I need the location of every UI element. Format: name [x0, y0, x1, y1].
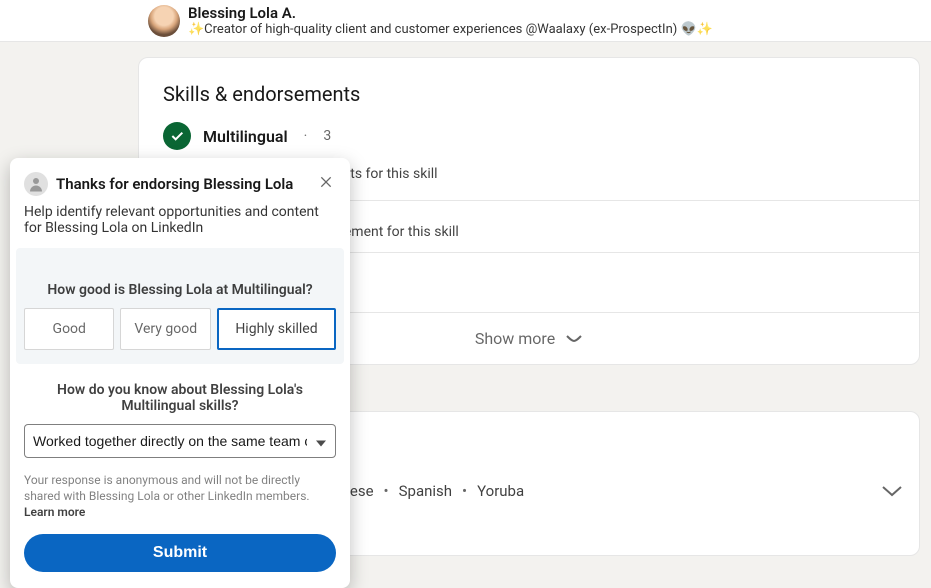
- disclaimer-text: Your response is anonymous and will not …: [24, 472, 336, 520]
- skill-row[interactable]: Multilingual · 3: [163, 122, 895, 150]
- mini-profile-header: Blessing Lola A. ✨Creator of high-qualit…: [0, 0, 931, 42]
- card-title: Skills & endorsements: [163, 82, 895, 106]
- profile-headline: ✨Creator of high-quality client and cust…: [188, 22, 713, 38]
- endorse-feedback-modal: Thanks for endorsing Blessing Lola Help …: [10, 158, 350, 588]
- rating-options: Good Very good Highly skilled: [24, 308, 336, 350]
- avatar[interactable]: [148, 5, 180, 37]
- language-item: Spanish: [399, 482, 452, 500]
- question-2: How do you know about Blessing Lola's Mu…: [24, 382, 336, 414]
- show-more-label: Show more: [475, 329, 555, 348]
- rating-option-good[interactable]: Good: [24, 308, 114, 350]
- submit-button[interactable]: Submit: [24, 534, 336, 572]
- chevron-down-icon: [565, 329, 583, 348]
- avatar-placeholder-icon: [24, 172, 48, 196]
- dot-separator: •: [384, 482, 389, 500]
- modal-title: Thanks for endorsing Blessing Lola: [56, 175, 293, 193]
- question-1: How good is Blessing Lola at Multilingua…: [24, 282, 336, 298]
- close-button[interactable]: [314, 170, 338, 194]
- modal-description: Help identify relevant opportunities and…: [24, 204, 336, 236]
- skill-name: Multilingual: [203, 127, 288, 146]
- learn-more-link[interactable]: Learn more: [24, 505, 85, 519]
- rating-option-very-good[interactable]: Very good: [120, 308, 210, 350]
- language-item: Yoruba: [477, 482, 524, 500]
- rating-option-highly-skilled[interactable]: Highly skilled: [217, 308, 336, 350]
- profile-name[interactable]: Blessing Lola A.: [188, 4, 713, 22]
- check-icon: [163, 122, 191, 150]
- skill-count: 3: [323, 128, 331, 144]
- chevron-down-icon[interactable]: [881, 482, 903, 501]
- relationship-select[interactable]: Worked together directly on the same tea…: [24, 424, 336, 458]
- skill-count-sep: ·: [304, 128, 308, 144]
- dot-separator: •: [462, 482, 467, 500]
